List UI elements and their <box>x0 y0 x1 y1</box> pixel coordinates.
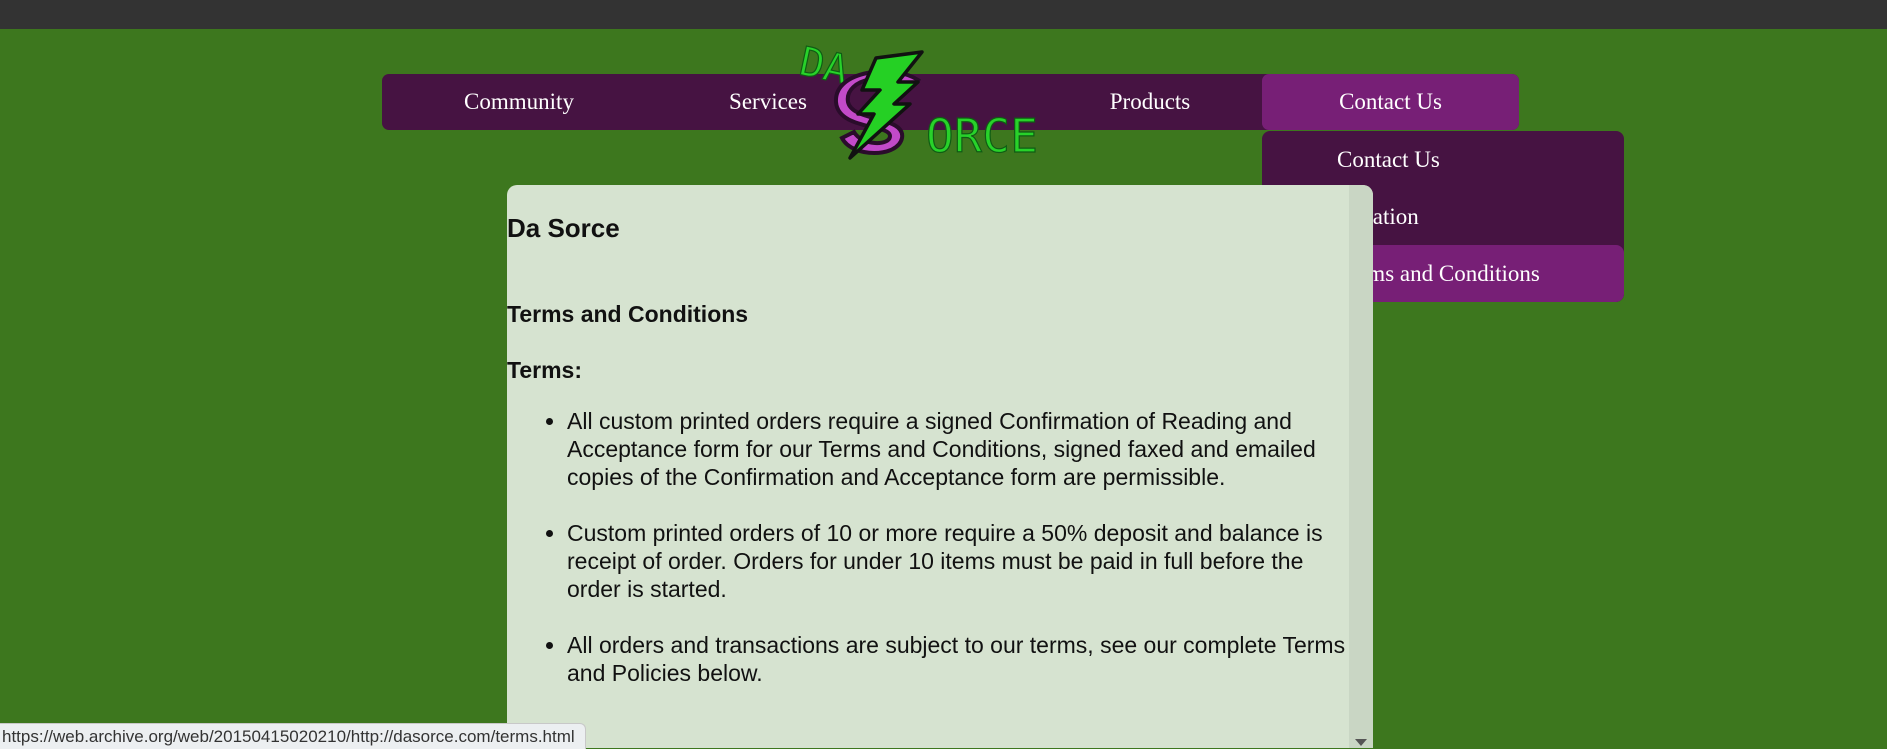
content-panel: Da Sorce Terms and Conditions Terms: All… <box>507 185 1373 748</box>
list-item: Custom printed orders of 10 or more requ… <box>567 519 1349 603</box>
browser-top-bar <box>0 0 1887 29</box>
content-scrollbar[interactable] <box>1349 185 1373 748</box>
site-logo[interactable]: DA ORCE <box>795 38 1046 165</box>
status-bar-url: https://web.archive.org/web/201504150202… <box>0 723 586 749</box>
nav-item-contact-us[interactable]: Contact Us <box>1262 74 1519 130</box>
section-title: Terms and Conditions <box>507 301 749 327</box>
nav-item-products[interactable]: Products <box>1050 74 1250 130</box>
lightning-s-logo-icon: DA ORCE <box>795 38 1039 163</box>
terms-heading: Terms: <box>507 357 582 383</box>
nav-item-community[interactable]: Community <box>419 74 619 130</box>
logo-text-orce: ORCE <box>926 109 1038 163</box>
terms-list: All custom printed orders require a sign… <box>507 407 1349 715</box>
dropdown-item-contact-us[interactable]: Contact Us <box>1262 131 1624 188</box>
list-item: All custom printed orders require a sign… <box>567 407 1349 491</box>
scroll-down-arrow-icon[interactable] <box>1355 739 1367 746</box>
site-title: Da Sorce <box>507 213 620 243</box>
list-item: All orders and transactions are subject … <box>567 631 1349 687</box>
